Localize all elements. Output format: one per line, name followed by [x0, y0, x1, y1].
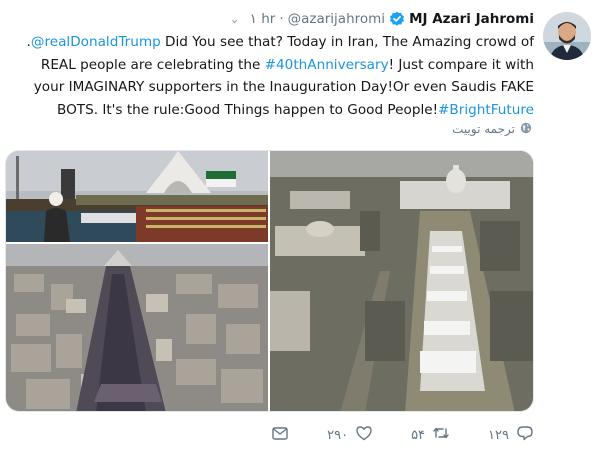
- hashtag-link[interactable]: #BrightFuture: [438, 102, 534, 118]
- tweet-card[interactable]: ⌄ ۱ hr · @azarijahromi MJ Azari Jahromi …: [0, 0, 600, 452]
- author-handle[interactable]: @azarijahromi: [288, 11, 385, 27]
- photo-rally-stage[interactable]: [6, 151, 268, 242]
- separator: ·: [279, 11, 284, 27]
- retweet-count: ۵۴: [411, 427, 426, 443]
- hashtag-link[interactable]: #40thAnniversary: [265, 57, 389, 73]
- like-count: ۲۹۰: [327, 427, 349, 443]
- verified-badge-icon: [389, 11, 405, 27]
- photo-tehran-crowd-aerial[interactable]: [6, 244, 268, 411]
- photo-inauguration-mall[interactable]: [270, 151, 533, 411]
- tweet-header: ⌄ ۱ hr · @azarijahromi MJ Azari Jahromi: [230, 9, 534, 29]
- tweet-text: .@realDonaldTrump Did You see that? Toda…: [8, 31, 534, 121]
- direct-message-icon: [271, 424, 289, 446]
- translate-tweet[interactable]: ترجمه توییت: [452, 120, 532, 138]
- reply-button[interactable]: ۱۲۹: [488, 424, 534, 446]
- globe-icon: [520, 122, 532, 137]
- tweet-media[interactable]: [5, 150, 534, 412]
- retweet-button[interactable]: ۵۴: [411, 424, 450, 446]
- tweet-actions: ۱۲۹ ۵۴ ۲۹۰: [271, 424, 534, 446]
- like-button[interactable]: ۲۹۰: [327, 424, 373, 446]
- timestamp[interactable]: ۱ hr: [250, 11, 276, 27]
- retweet-icon: [432, 424, 450, 446]
- avatar[interactable]: [543, 12, 591, 60]
- direct-message-button[interactable]: [271, 424, 289, 446]
- author-display-name[interactable]: MJ Azari Jahromi: [409, 11, 534, 27]
- reply-count: ۱۲۹: [488, 427, 509, 443]
- translate-label: ترجمه توییت: [452, 122, 515, 136]
- mention-link[interactable]: @realDonaldTrump: [31, 34, 161, 50]
- reply-icon: [516, 424, 534, 446]
- chevron-down-icon[interactable]: ⌄: [230, 12, 240, 26]
- like-icon: [355, 424, 373, 446]
